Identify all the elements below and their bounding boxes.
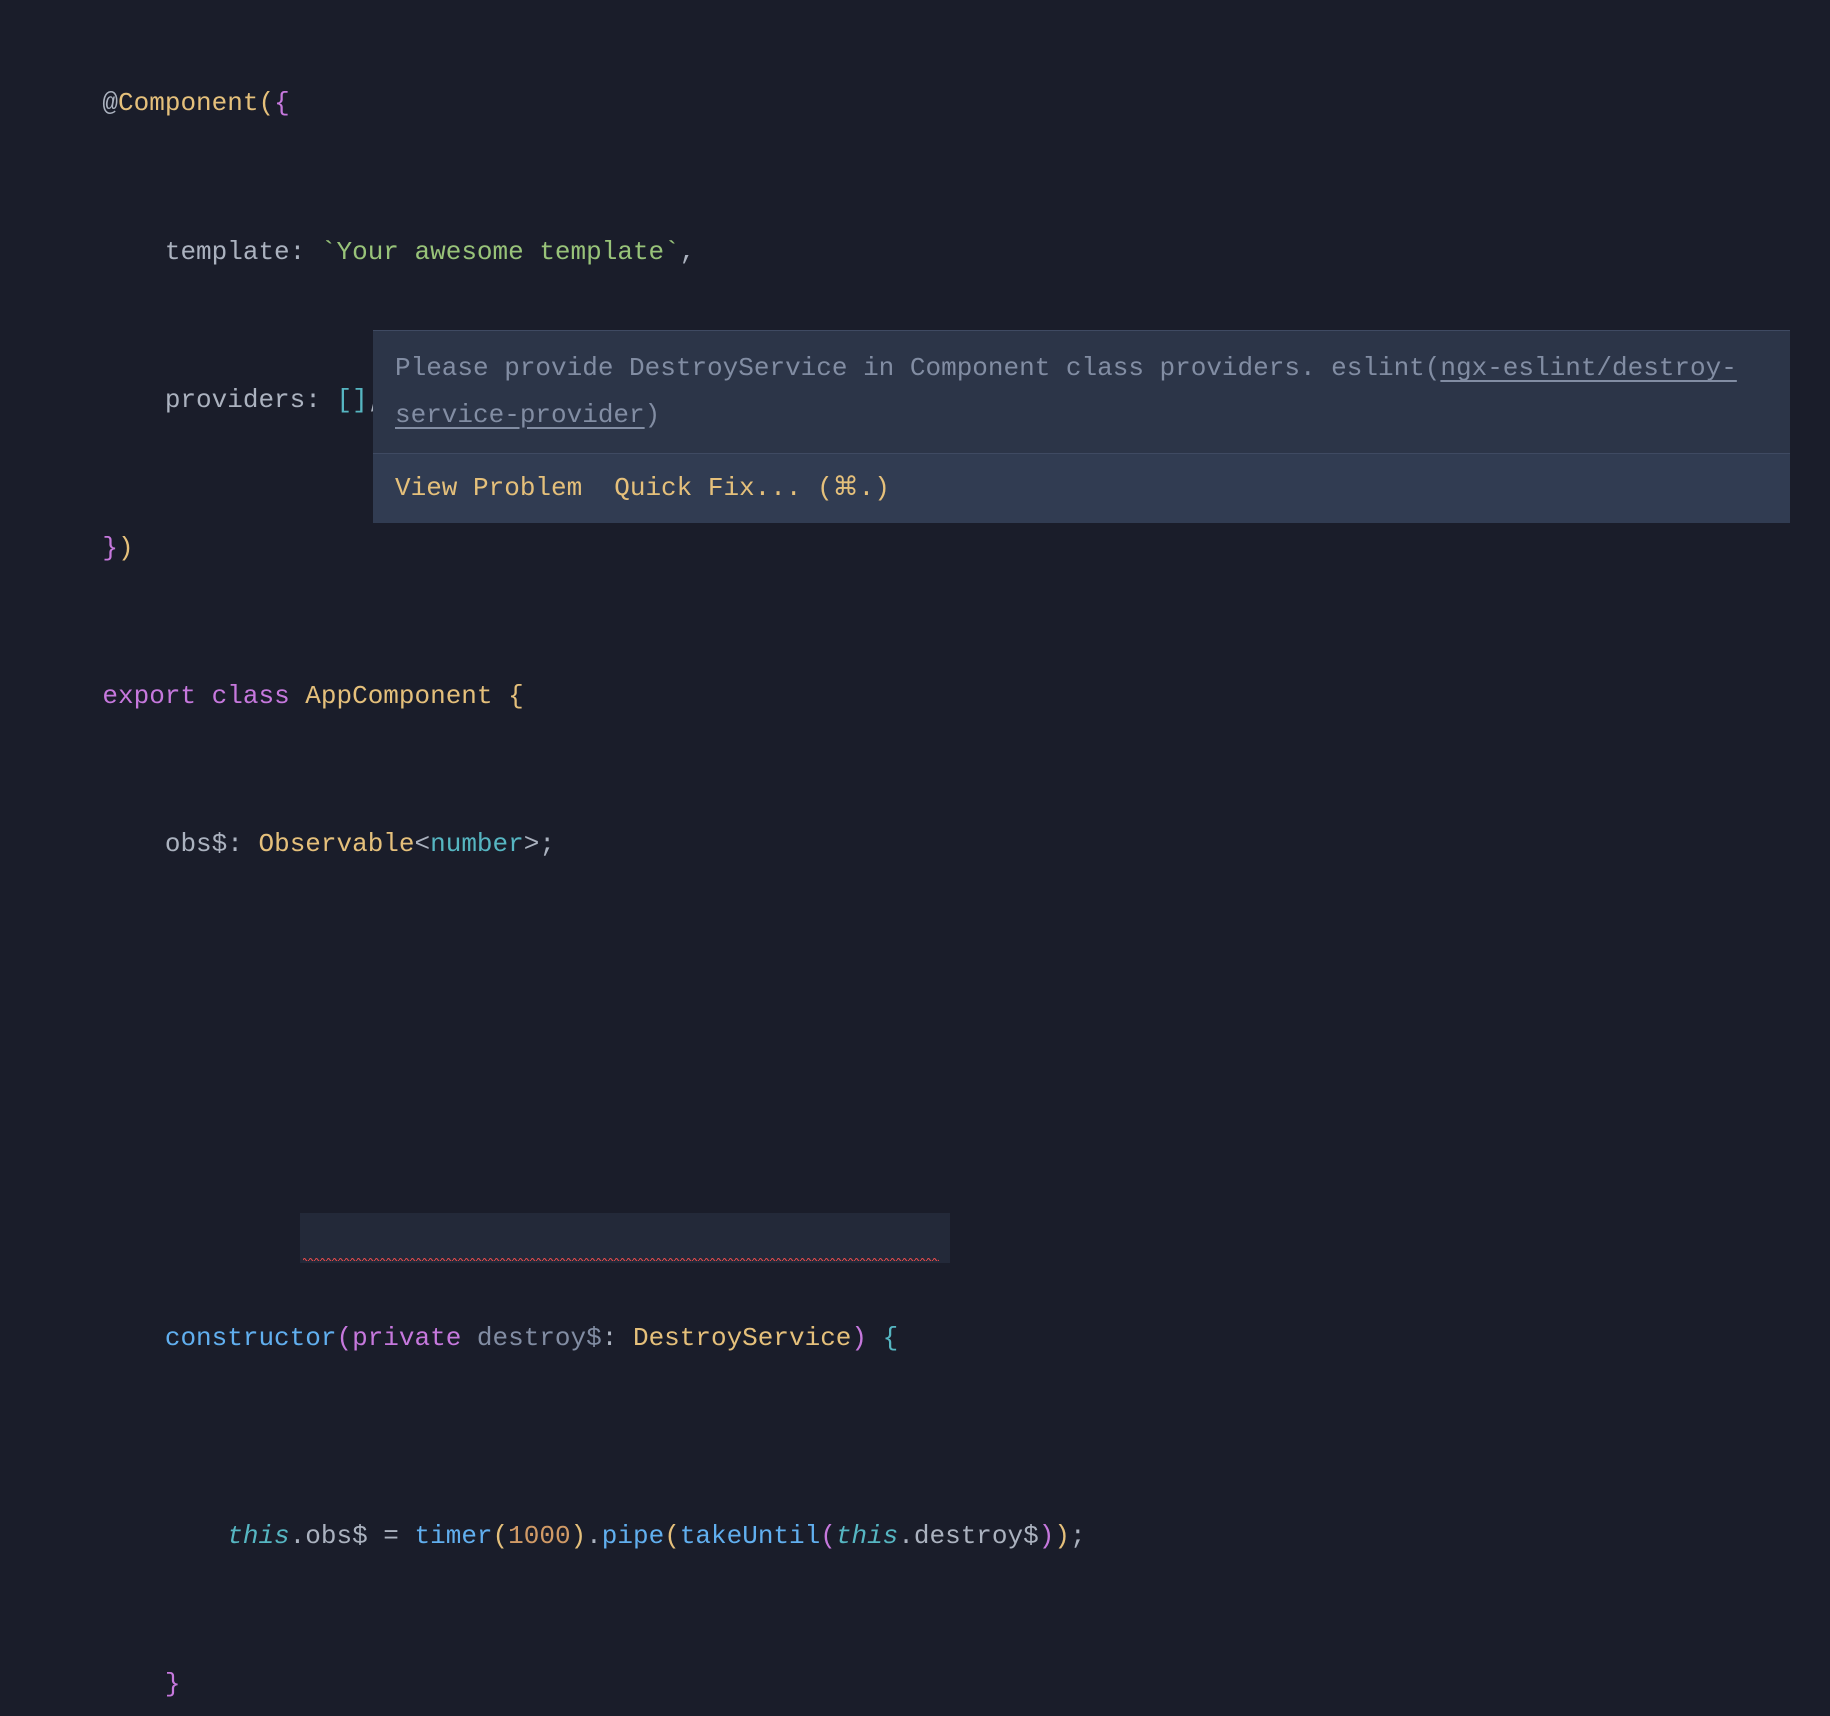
- close-bracket: ]: [352, 385, 368, 415]
- open-bracket: [: [337, 385, 353, 415]
- export-keyword: export: [102, 681, 196, 711]
- type-observable: Observable: [258, 829, 414, 859]
- indent: [102, 1669, 164, 1699]
- private-keyword: private: [352, 1323, 461, 1353]
- indent: [102, 1521, 227, 1551]
- this-keyword: this: [227, 1521, 289, 1551]
- open-paren: (: [336, 1323, 352, 1353]
- decorator-name: Component: [118, 88, 258, 118]
- code-line-6[interactable]: obs$: Observable<number>;: [40, 771, 1790, 919]
- fn-timer: timer: [415, 1521, 493, 1551]
- class-keyword: class: [212, 681, 290, 711]
- code-editor-viewport: @Component({ template: `Your awesome tem…: [40, 30, 1790, 1716]
- constructor-keyword: constructor: [165, 1323, 337, 1353]
- fn-pipe: pipe: [602, 1521, 664, 1551]
- type-param-number: number: [430, 829, 524, 859]
- decorator-at: @: [102, 88, 118, 118]
- type-destroyservice: DestroyService: [633, 1323, 851, 1353]
- prop-destroy: destroy$: [914, 1521, 1039, 1551]
- indent: [102, 237, 164, 267]
- param-destroy: destroy$: [477, 1323, 602, 1353]
- indent: [102, 385, 164, 415]
- close-brace: }: [165, 1669, 181, 1699]
- close-paren: ): [851, 1323, 867, 1353]
- code-line-10[interactable]: }: [40, 1610, 1790, 1716]
- code-line-8[interactable]: constructor(private destroy$: DestroySer…: [40, 1215, 1790, 1462]
- code-line-1[interactable]: @Component({: [40, 30, 1790, 178]
- error-squiggle: [303, 1257, 939, 1261]
- prop-template: template: [165, 237, 290, 267]
- code-line-9[interactable]: this.obs$ = timer(1000).pipe(takeUntil(t…: [40, 1462, 1790, 1610]
- class-name: AppComponent: [305, 681, 492, 711]
- error-highlight: [300, 1213, 950, 1263]
- template-string: `Your awesome template`: [321, 237, 680, 267]
- indent: [102, 829, 164, 859]
- open-brace: {: [274, 88, 290, 118]
- close-brace: }: [102, 533, 118, 563]
- open-brace: {: [883, 1323, 899, 1353]
- code-line-7-empty[interactable]: [40, 919, 1790, 1067]
- this-keyword-2: this: [836, 1521, 898, 1551]
- number-literal: 1000: [508, 1521, 570, 1551]
- diagnostic-tooltip: Please provide DestroyService in Compone…: [373, 330, 1790, 523]
- code-line-5[interactable]: export class AppComponent {: [40, 623, 1790, 771]
- view-problem-button[interactable]: View Problem: [395, 473, 582, 503]
- open-paren: (: [258, 88, 274, 118]
- tooltip-actions: View Problem Quick Fix... (⌘.): [373, 453, 1790, 523]
- quick-fix-button[interactable]: Quick Fix... (⌘.): [614, 473, 890, 503]
- prop-obs: obs$: [305, 1521, 367, 1551]
- tooltip-message-text: Please provide DestroyService in Compone…: [395, 353, 1331, 383]
- close-paren: ): [118, 533, 134, 563]
- indent: [102, 1323, 164, 1353]
- code-line-2[interactable]: template: `Your awesome template`,: [40, 178, 1790, 326]
- prop-obs: obs$: [165, 829, 227, 859]
- tooltip-eslint-label: eslint: [1331, 353, 1425, 383]
- fn-takeuntil: takeUntil: [680, 1521, 820, 1551]
- prop-providers: providers: [165, 385, 305, 415]
- tooltip-message: Please provide DestroyService in Compone…: [373, 331, 1790, 453]
- open-brace: {: [508, 681, 524, 711]
